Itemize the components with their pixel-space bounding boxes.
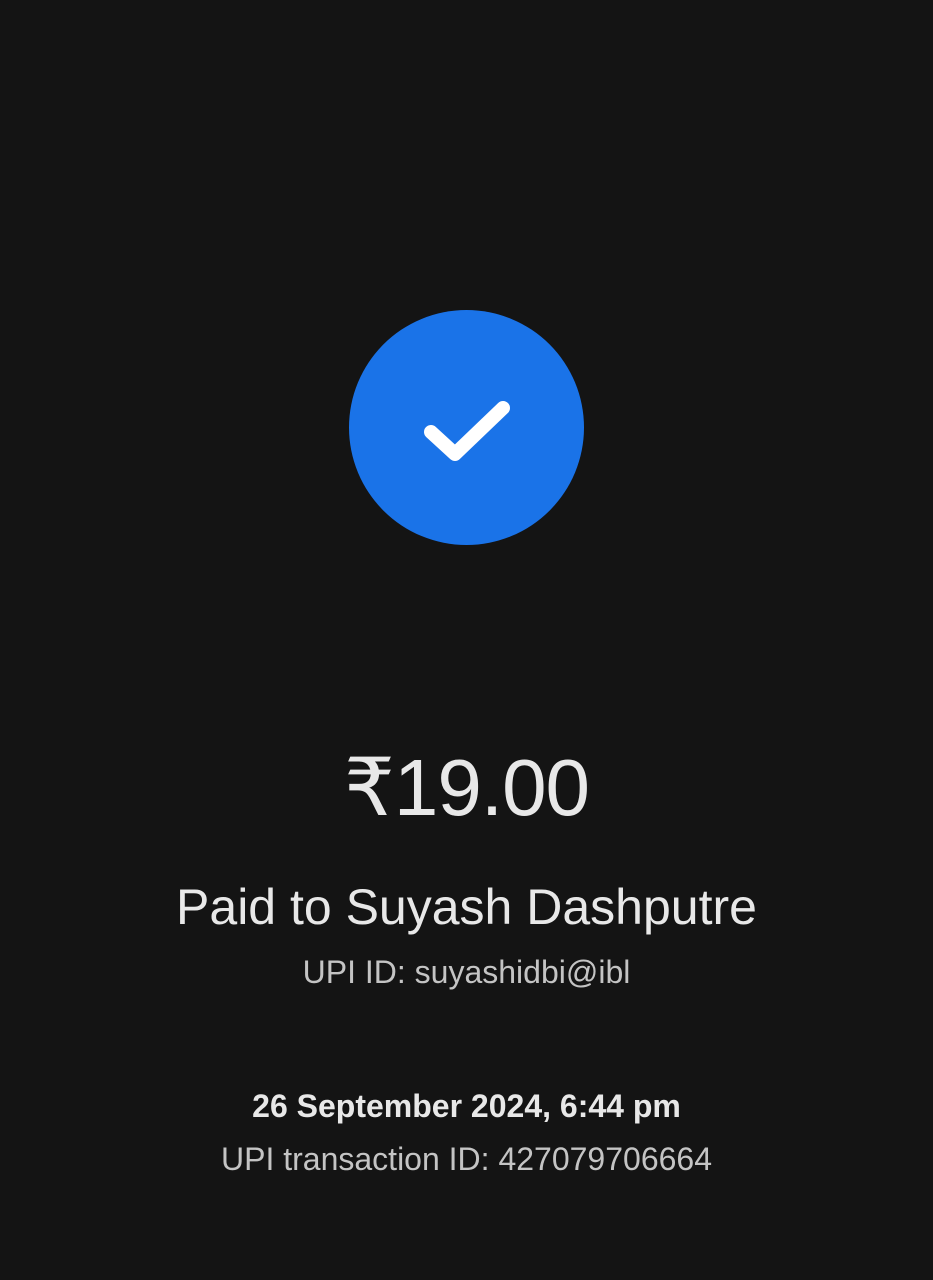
payment-amount: ₹19.00 bbox=[343, 743, 590, 832]
upi-transaction-id: UPI transaction ID: 427079706664 bbox=[221, 1141, 712, 1177]
check-icon bbox=[423, 400, 510, 461]
success-badge bbox=[349, 310, 584, 545]
transaction-datetime: 26 September 2024, 6:44 pm bbox=[252, 1088, 681, 1124]
payee-upi-id: UPI ID: suyashidbi@ibl bbox=[302, 954, 631, 990]
payment-success-screen: ₹19.00 Paid to Suyash Dashputre UPI ID: … bbox=[0, 0, 933, 1280]
payee-name: Paid to Suyash Dashputre bbox=[176, 879, 757, 935]
